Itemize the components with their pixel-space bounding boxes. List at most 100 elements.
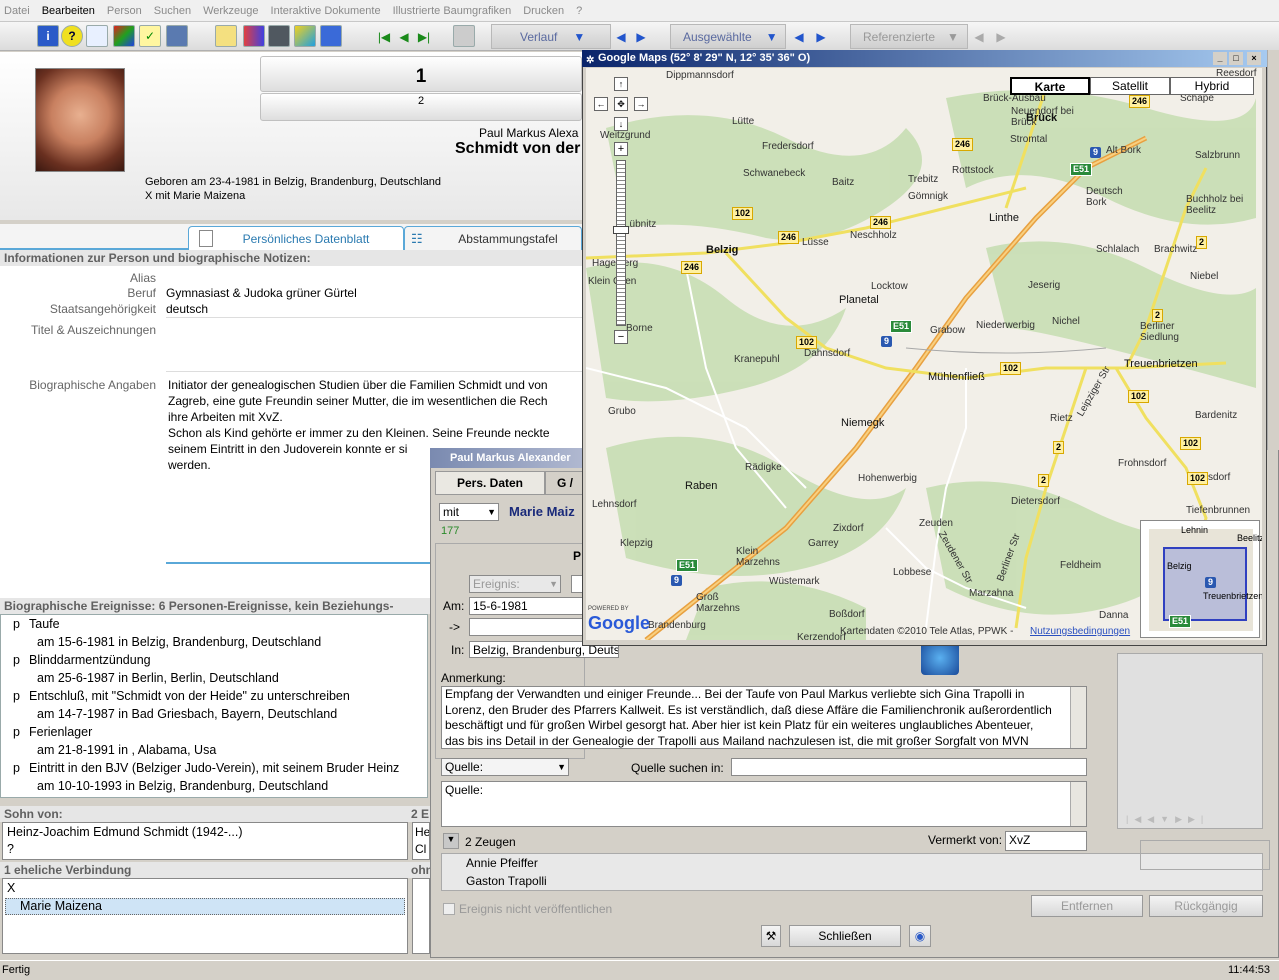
zoom-handle[interactable]: [613, 226, 629, 234]
ausgewaehlte-back-icon[interactable]: ◀: [790, 24, 808, 49]
pan-center-icon[interactable]: ✥: [614, 97, 628, 111]
unpublished-checkbox[interactable]: [443, 903, 455, 915]
image-icon[interactable]: [268, 25, 290, 47]
event-name[interactable]: Blinddarmentzündung: [29, 653, 151, 667]
map-place: Schwanebeck: [743, 168, 806, 179]
pan-up-icon[interactable]: ↑: [614, 77, 628, 91]
referenzierte-forward-icon[interactable]: ▶: [992, 24, 1010, 49]
menu-suchen[interactable]: Suchen: [154, 5, 191, 17]
witness-item[interactable]: Annie Pfeiffer: [466, 856, 538, 870]
spouse-item[interactable]: Marie Maizena: [5, 898, 405, 915]
sibling-a[interactable]: He: [415, 825, 429, 839]
status-bar: Fertig 11:44:53: [0, 960, 1279, 980]
expand-icon[interactable]: ▼: [443, 833, 459, 849]
tree-icon[interactable]: [243, 25, 265, 47]
anmerkung-textarea[interactable]: Empfang der Verwandten und einiger Freun…: [441, 686, 1087, 749]
entfernen-button[interactable]: Entfernen: [1031, 895, 1143, 917]
rueckgaengig-button[interactable]: Rückgängig: [1149, 895, 1263, 917]
quelle-textarea[interactable]: Quelle:: [441, 781, 1087, 827]
close-icon[interactable]: ×: [1247, 52, 1261, 65]
globe-icon[interactable]: [921, 641, 959, 675]
menu-interaktive-dokumente[interactable]: Interaktive Dokumente: [271, 5, 381, 17]
menu-bearbeiten[interactable]: Bearbeiten: [42, 5, 95, 17]
map-type-hybrid[interactable]: Hybrid: [1170, 77, 1254, 95]
map-copyright: Kartendaten ©2010 Tele Atlas, PPWK -: [840, 626, 1014, 637]
quelle-select[interactable]: Quelle: ▼: [441, 758, 569, 776]
google-map[interactable]: Brück Belzig Linthe Planetal Niemegk Müh…: [586, 68, 1262, 640]
image-nav-icons[interactable]: |◀◀▼▶▶|: [1126, 814, 1209, 825]
verlauf-forward-icon[interactable]: ▶: [632, 24, 650, 49]
pan-left-icon[interactable]: ←: [594, 97, 608, 111]
mother-name[interactable]: ?: [7, 842, 14, 856]
menu-help[interactable]: ?: [576, 5, 582, 17]
quelle-suchen-field[interactable]: [731, 758, 1087, 776]
next-record-icon[interactable]: ▶|: [415, 24, 433, 49]
tab-personal[interactable]: Persönliches Datenblatt: [188, 226, 404, 250]
print-icon[interactable]: [166, 25, 188, 47]
vermerkt-field[interactable]: XvZ: [1005, 831, 1087, 851]
menu-werkzeuge[interactable]: Werkzeuge: [203, 5, 258, 17]
help-icon[interactable]: ?: [61, 25, 83, 47]
ausgewaehlte-forward-icon[interactable]: ▶: [812, 24, 830, 49]
ausgewaehlte-dropdown[interactable]: Ausgewählte ▼: [670, 24, 786, 49]
prev-record-icon[interactable]: ◀: [395, 24, 413, 49]
zoom-slider[interactable]: [616, 160, 626, 326]
menu-datei[interactable]: Datei: [4, 5, 30, 17]
maximize-icon[interactable]: □: [1229, 52, 1243, 65]
ereignis-select[interactable]: Ereignis: ▼: [469, 575, 561, 593]
tag-icon[interactable]: [453, 25, 475, 47]
quelle-scrollbar[interactable]: [1070, 782, 1086, 826]
event-name[interactable]: Taufe: [29, 617, 60, 631]
bio-line: Zagreb, eine gute Freundin seiner Mutter…: [168, 394, 548, 408]
tool-icon[interactable]: ⚒: [761, 925, 781, 947]
shapes-icon[interactable]: [294, 25, 316, 47]
minimize-icon[interactable]: _: [1213, 52, 1227, 65]
sibling-b[interactable]: Cl: [415, 842, 426, 856]
event-detail[interactable]: am 15-6-1981 in Belzig, Brandenburg, Deu…: [37, 635, 321, 649]
event-name[interactable]: Entschluß, mit "Schmidt von der Heide" z…: [29, 689, 350, 703]
tab-ancestry[interactable]: ☷ Abstammungstafel: [404, 226, 582, 250]
verlauf-dropdown[interactable]: Verlauf ▼: [491, 24, 611, 49]
checklist-icon[interactable]: ✓: [139, 25, 161, 47]
map-type-satellit[interactable]: Satellit: [1090, 77, 1170, 95]
right-scroll[interactable]: [1267, 50, 1279, 450]
staat-value[interactable]: deutsch: [166, 302, 208, 316]
verlauf-back-icon[interactable]: ◀: [612, 24, 630, 49]
search-icon[interactable]: [86, 25, 108, 47]
zoom-in-icon[interactable]: +: [614, 142, 628, 156]
am-field[interactable]: 15-6-1981: [469, 597, 583, 615]
terms-link[interactable]: Nutzungsbedingungen: [1030, 626, 1130, 637]
event-detail[interactable]: am 14-7-1987 in Bad Griesbach, Bayern, D…: [37, 707, 337, 721]
zoom-out-icon[interactable]: −: [614, 330, 628, 344]
map-place: Niederwerbig: [976, 320, 1035, 331]
father-name[interactable]: Heinz-Joachim Edmund Schmidt (1942-...): [7, 825, 243, 839]
to-date-field[interactable]: [469, 618, 583, 636]
schliessen-button[interactable]: Schließen: [789, 925, 901, 947]
beruf-value[interactable]: Gymnasiast & Judoka grüner Gürtel: [166, 286, 357, 300]
globe-small-icon[interactable]: ◉: [909, 925, 931, 947]
witness-item[interactable]: Gaston Trapolli: [466, 874, 547, 888]
note-icon[interactable]: [215, 25, 237, 47]
tab-g[interactable]: G /: [545, 471, 585, 495]
menu-drucken[interactable]: Drucken: [523, 5, 564, 17]
event-name[interactable]: Eintritt in den BJV (Belziger Judo-Verei…: [29, 761, 399, 775]
menu-person[interactable]: Person: [107, 5, 142, 17]
map-type-karte[interactable]: Karte: [1010, 77, 1090, 95]
first-record-icon[interactable]: |◀: [375, 24, 393, 49]
overview-map[interactable]: Lehnin Belzig Treuenbrietzen Beelitz 9 E…: [1140, 520, 1262, 638]
event-detail[interactable]: am 25-6-1987 in Berlin, Berlin, Deutschl…: [37, 671, 279, 685]
info-icon[interactable]: i: [37, 25, 59, 47]
referenzierte-back-icon[interactable]: ◀: [970, 24, 988, 49]
menu-illustrierte-baumgrafiken[interactable]: Illustrierte Baumgrafiken: [393, 5, 512, 17]
event-name[interactable]: Ferienlager: [29, 725, 92, 739]
colors-icon[interactable]: [113, 25, 135, 47]
mit-select[interactable]: mit ▼: [439, 503, 499, 521]
users-icon[interactable]: [320, 25, 342, 47]
referenzierte-dropdown[interactable]: Referenzierte ▼: [850, 24, 968, 49]
event-detail[interactable]: am 10-10-1993 in Belzig, Brandenburg, De…: [37, 779, 328, 793]
tab-pers-daten[interactable]: Pers. Daten: [435, 471, 545, 495]
note-scrollbar[interactable]: [1070, 687, 1086, 748]
event-detail[interactable]: am 21-8-1991 in , Alabama, Usa: [37, 743, 216, 757]
pan-right-icon[interactable]: →: [634, 97, 648, 111]
pan-down-icon[interactable]: ↓: [614, 117, 628, 131]
